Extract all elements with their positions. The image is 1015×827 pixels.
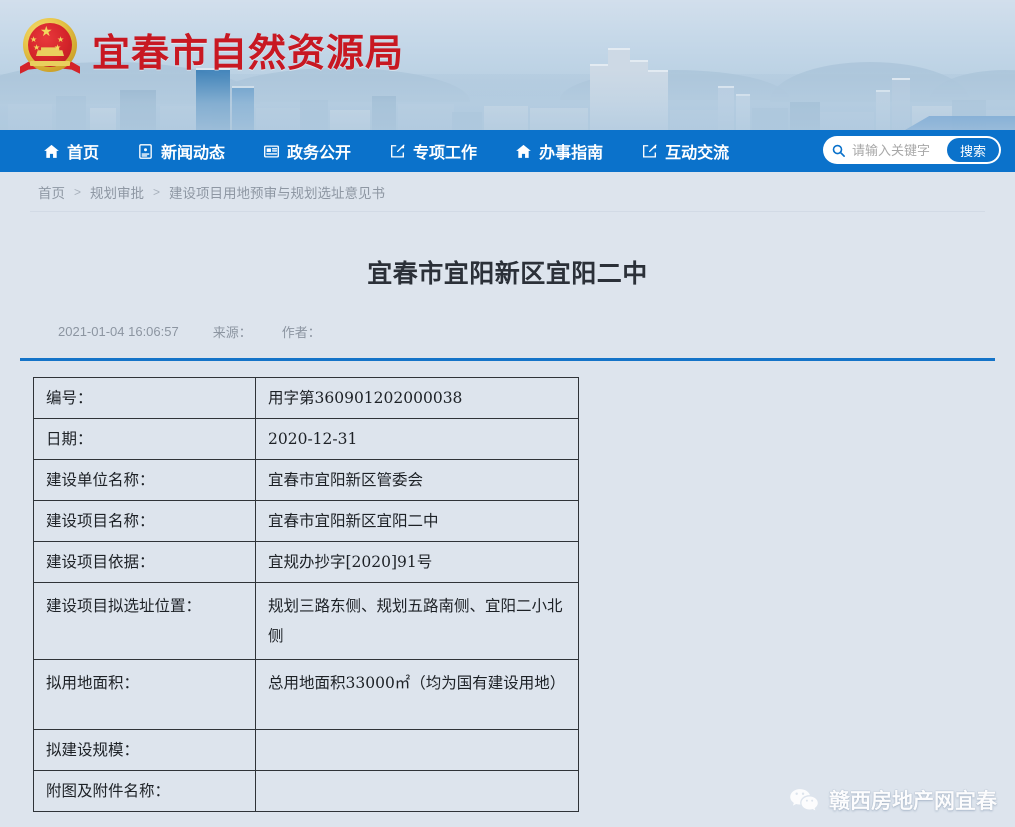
breadcrumb-item-planning-approval[interactable]: 规划审批 — [90, 182, 144, 202]
nav-item-label: 首页 — [67, 145, 100, 162]
nav-item-label: 办事指南 — [539, 145, 604, 162]
breadcrumb-divider — [30, 211, 985, 212]
home-icon — [43, 143, 60, 160]
table-row: 建设单位名称： 宜春市宜阳新区管委会 — [33, 459, 579, 501]
table-cell-key: 拟建设规模： — [33, 729, 256, 771]
table-row: 附图及附件名称： — [33, 770, 579, 812]
search-icon — [831, 143, 846, 158]
nav-item-label: 互动交流 — [665, 145, 730, 162]
table-cell-key: 拟用地面积： — [33, 659, 256, 730]
table-cell-value: 规划三路东侧、规划五路南侧、宜阳二小北侧 — [255, 582, 579, 660]
table-cell-key: 编号： — [33, 377, 256, 419]
table-cell-key: 建设项目名称： — [33, 500, 256, 542]
article-meta: 2021-01-04 16:06:57 来源： 作者： — [0, 322, 1015, 341]
table-cell-key: 日期： — [33, 418, 256, 460]
table-cell-value — [255, 729, 579, 771]
table-row: 编号： 用字第360901202000038 — [33, 377, 579, 419]
article-divider — [20, 358, 995, 361]
nav-item-service-guide[interactable]: 办事指南 — [496, 130, 622, 172]
nav-item-label: 新闻动态 — [161, 145, 226, 162]
watermark-text: 赣西房地产网宜春 — [829, 790, 997, 813]
article-source-label: 来源： — [212, 325, 252, 340]
breadcrumb-item-current: 建设项目用地预审与规划选址意见书 — [169, 185, 386, 201]
table-cell-value: 宜规办抄字[2020]91号 — [255, 541, 579, 583]
table-cell-value — [255, 770, 579, 812]
table-cell-value: 总用地面积33000㎡（均为国有建设用地） — [255, 659, 579, 730]
edit-square-icon — [641, 143, 658, 160]
search-button[interactable]: 搜索 — [946, 138, 999, 162]
breadcrumb: 首页 > 规划审批 > 建设项目用地预审与规划选址意见书 — [38, 182, 385, 202]
edit-square-icon — [389, 143, 406, 160]
article-author-label: 作者： — [281, 325, 321, 340]
document-table-wrap: 编号： 用字第360901202000038 日期： 2020-12-31 建设… — [0, 361, 1015, 812]
watermark: 赣西房地产网宜春 — [789, 785, 997, 815]
breadcrumb-separator: > — [153, 184, 161, 199]
page-title: 宜春市宜阳新区宜阳二中 — [367, 260, 648, 288]
banner-haze — [0, 70, 1015, 130]
document-table: 编号： 用字第360901202000038 日期： 2020-12-31 建设… — [33, 377, 579, 812]
site-search: 搜索 — [823, 136, 1001, 164]
home-icon — [515, 143, 532, 160]
breadcrumb-separator: > — [74, 184, 82, 199]
document-icon — [137, 143, 154, 160]
china-national-emblem-icon: ★ ★ ★ ★ ★ — [16, 14, 84, 86]
table-cell-key: 附图及附件名称： — [33, 770, 256, 812]
table-cell-value: 宜春市宜阳新区宜阳二中 — [255, 500, 579, 542]
table-cell-value: 2020-12-31 — [255, 418, 579, 460]
wechat-icon — [789, 787, 819, 813]
nav-item-label: 政务公开 — [287, 145, 352, 162]
nav-item-home[interactable]: 首页 — [24, 130, 118, 172]
nav-item-government-disclosure[interactable]: 政务公开 — [244, 130, 370, 172]
nav-item-news[interactable]: 新闻动态 — [118, 130, 244, 172]
nav-item-label: 专项工作 — [413, 145, 478, 162]
site-title: 宜春市自然资源局 — [92, 31, 405, 75]
table-cell-value: 用字第360901202000038 — [255, 377, 579, 419]
nav-item-special-work[interactable]: 专项工作 — [370, 130, 496, 172]
table-cell-value: 宜春市宜阳新区管委会 — [255, 459, 579, 501]
table-row: 拟用地面积： 总用地面积33000㎡（均为国有建设用地） — [33, 659, 579, 730]
article-timestamp: 2021-01-04 16:06:57 — [58, 324, 179, 339]
table-cell-key: 建设单位名称： — [33, 459, 256, 501]
table-row: 日期： 2020-12-31 — [33, 418, 579, 460]
table-row: 建设项目名称： 宜春市宜阳新区宜阳二中 — [33, 500, 579, 542]
site-banner: ★ ★ ★ ★ ★ 宜春市自然资源局 — [0, 0, 1015, 130]
table-cell-key: 建设项目拟选址位置： — [33, 582, 256, 660]
page-root: ★ ★ ★ ★ ★ 宜春市自然资源局 首页 新闻动态 政务公开 专项工作 办事指… — [0, 0, 1015, 827]
breadcrumb-item-home[interactable]: 首页 — [38, 182, 65, 202]
table-row: 建设项目拟选址位置： 规划三路东侧、规划五路南侧、宜阳二小北侧 — [33, 582, 579, 660]
table-cell-key: 建设项目依据： — [33, 541, 256, 583]
nav-item-interaction[interactable]: 互动交流 — [622, 130, 748, 172]
table-row: 建设项目依据： 宜规办抄字[2020]91号 — [33, 541, 579, 583]
table-row: 拟建设规模： — [33, 729, 579, 771]
main-navigation: 首页 新闻动态 政务公开 专项工作 办事指南 互动交流 请输入关键字 搜索 — [0, 130, 1015, 172]
search-input[interactable] — [846, 142, 947, 158]
breadcrumb-bar: 首页 > 规划审批 > 建设项目用地预审与规划选址意见书 — [0, 172, 1015, 211]
news-list-icon — [263, 143, 280, 160]
